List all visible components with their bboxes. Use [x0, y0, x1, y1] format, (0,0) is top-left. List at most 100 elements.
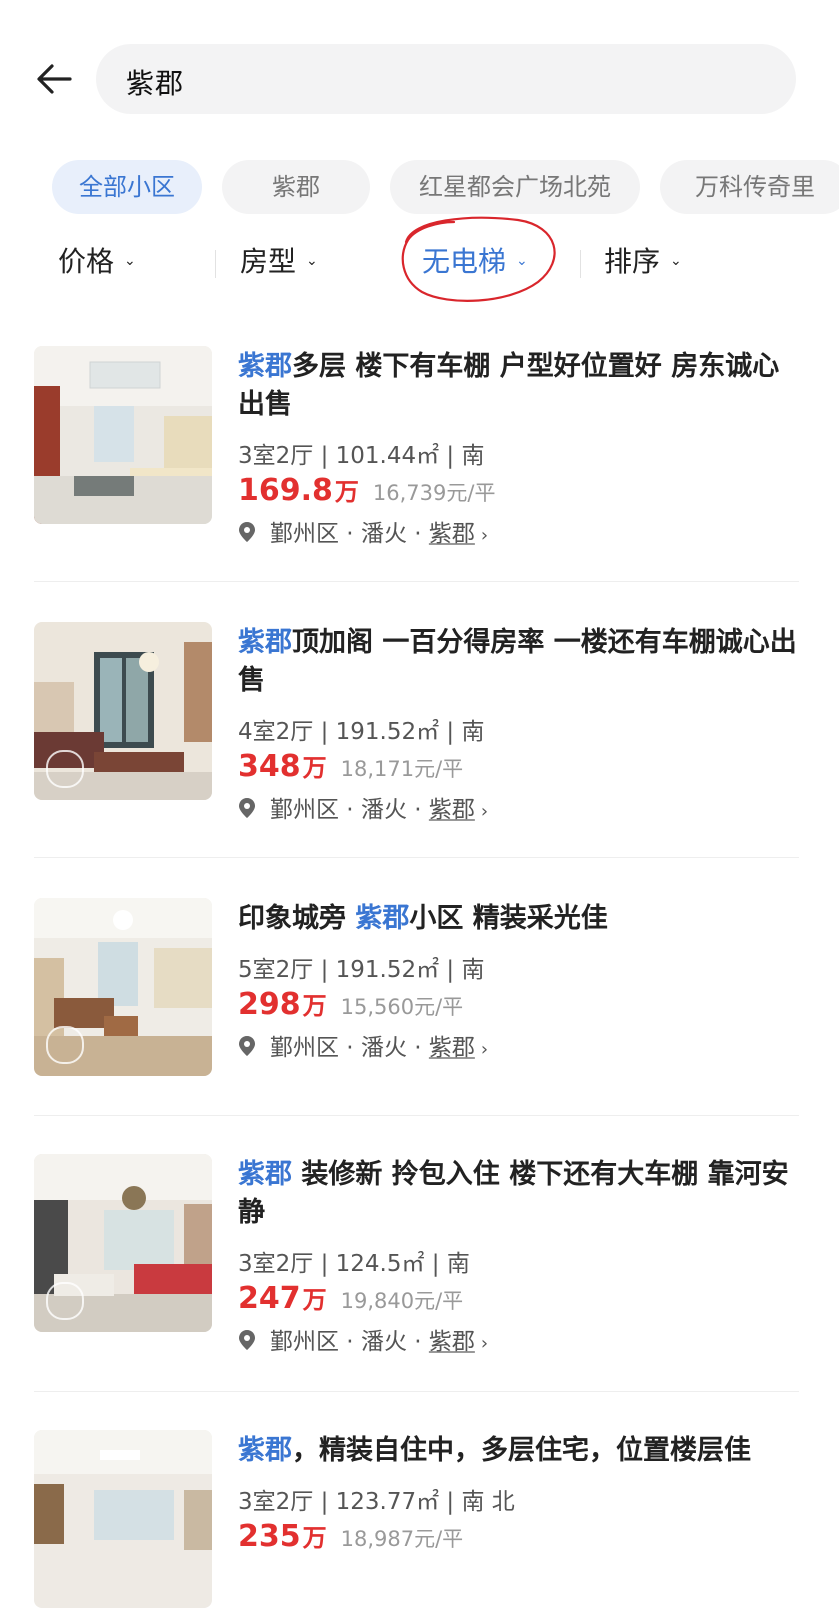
panorama-badge-icon [46, 1026, 84, 1064]
district: 鄞州区 [270, 797, 339, 823]
unit-price: 18,987元/平 [340, 1527, 464, 1551]
search-query: 紫郡 [126, 67, 185, 100]
chevron-down-icon: ⌄ [670, 253, 682, 269]
district: 鄞州区 [270, 521, 339, 547]
location-pin-icon [238, 521, 258, 549]
area: 潘火 [360, 521, 407, 547]
listing-price: 298万 15,560元/平 [238, 986, 463, 1022]
listing-card[interactable]: 印象城旁 紫郡小区 精装采光佳 5室2厅 | 191.52㎡ | 南 298万 1… [0, 862, 839, 1118]
chevron-right-icon: › [480, 525, 489, 546]
divider [34, 581, 799, 582]
listing-title: 印象城旁 紫郡小区 精装采光佳 [238, 900, 798, 938]
price-value: 298 [238, 987, 301, 1022]
listing-specs: 5室2厅 | 191.52㎡ | 南 [238, 957, 485, 983]
chip-zijun[interactable]: 紫郡 [222, 160, 370, 214]
divider [34, 1115, 799, 1116]
filter-layout-label: 房型 [240, 245, 297, 278]
divider [580, 250, 581, 278]
listing-specs: 4室2厅 | 191.52㎡ | 南 [238, 719, 485, 745]
chip-all-communities[interactable]: 全部小区 [52, 160, 202, 214]
filter-price[interactable]: 价格 ⌄ [58, 228, 136, 298]
location-pin-icon [238, 797, 258, 825]
price-value: 247 [238, 1281, 301, 1316]
panorama-badge-icon [46, 1282, 84, 1320]
unit-price: 16,739元/平 [372, 481, 496, 505]
title-highlight: 紫郡 [238, 1159, 292, 1190]
listing-title: 紫郡多层 楼下有车棚 户型好位置好 房东诚心出售 [238, 348, 798, 424]
listing-card[interactable]: 紫郡 装修新 拎包入住 楼下还有大车棚 靠河安静 3室2厅 | 124.5㎡ |… [0, 1118, 839, 1394]
filter-sort-label: 排序 [604, 245, 661, 278]
location-pin-icon [238, 1329, 258, 1357]
district: 鄞州区 [270, 1035, 339, 1061]
listing-location[interactable]: 鄞州区 · 潘火 · 紫郡 › [238, 1322, 488, 1357]
location-pin-icon [238, 1035, 258, 1063]
listing-price: 348万 18,171元/平 [238, 748, 463, 784]
listing-title: 紫郡 装修新 拎包入住 楼下还有大车棚 靠河安静 [238, 1156, 798, 1232]
listing-title: 紫郡顶加阁 一百分得房率 一楼还有车棚诚心出售 [238, 624, 798, 700]
price-unit: 万 [302, 754, 327, 782]
community-link: 紫郡 [428, 1329, 475, 1355]
title-text: 装修新 拎包入住 楼下还有大车棚 靠河安静 [238, 1159, 789, 1228]
listing-specs: 3室2厅 | 124.5㎡ | 南 [238, 1251, 470, 1277]
panorama-badge-icon [46, 750, 84, 788]
chip-vanke[interactable]: 万科传奇里 [660, 160, 839, 214]
listing-price: 247万 19,840元/平 [238, 1280, 463, 1316]
filter-price-label: 价格 [58, 245, 115, 278]
price-unit: 万 [302, 1524, 327, 1552]
chevron-down-icon: ⌄ [124, 253, 136, 269]
top-bar: 紫郡 [0, 0, 839, 150]
unit-price: 18,171元/平 [340, 757, 464, 781]
community-chip-row: 全部小区 紫郡 红星都会广场北苑 万科传奇里 [0, 160, 839, 216]
area: 潘火 [360, 1329, 407, 1355]
price-unit: 万 [302, 1286, 327, 1314]
listing-title: 紫郡，精装自住中，多层住宅，位置楼层佳 [238, 1432, 798, 1470]
chip-hongxing[interactable]: 红星都会广场北苑 [390, 160, 640, 214]
title-text: 小区 精装采光佳 [409, 903, 608, 934]
listing-photo [34, 1154, 212, 1332]
listing-specs: 3室2厅 | 123.77㎡ | 南 北 [238, 1489, 515, 1515]
title-prefix: 印象城旁 [238, 903, 356, 934]
filter-sort[interactable]: 排序 ⌄ [604, 228, 682, 298]
listing-location[interactable]: 鄞州区 · 潘火 · 紫郡 › [238, 790, 488, 825]
listing-photo [34, 1430, 212, 1608]
chevron-down-icon: ⌄ [306, 253, 318, 269]
price-unit: 万 [302, 992, 327, 1020]
title-text: 多层 楼下有车棚 户型好位置好 房东诚心出售 [238, 351, 780, 420]
price-unit: 万 [334, 478, 359, 506]
listing-card[interactable]: 紫郡顶加阁 一百分得房率 一楼还有车棚诚心出售 4室2厅 | 191.52㎡ |… [0, 586, 839, 858]
chevron-right-icon: › [480, 1333, 489, 1354]
back-arrow-icon[interactable] [34, 58, 76, 100]
price-value: 169.8 [238, 473, 333, 508]
title-highlight: 紫郡 [238, 627, 292, 658]
community-link: 紫郡 [428, 797, 475, 823]
area: 潘火 [360, 797, 407, 823]
title-highlight: 紫郡 [355, 903, 410, 934]
listing-price: 169.8万 16,739元/平 [238, 472, 495, 508]
listing-card[interactable]: 紫郡多层 楼下有车棚 户型好位置好 房东诚心出售 3室2厅 | 101.44㎡ … [0, 310, 839, 582]
search-input[interactable]: 紫郡 [96, 44, 796, 114]
listing-price: 235万 18,987元/平 [238, 1518, 463, 1554]
listing-photo [34, 898, 212, 1076]
area: 潘火 [360, 1035, 407, 1061]
red-circle-annotation [401, 216, 556, 302]
divider [34, 857, 799, 858]
unit-price: 19,840元/平 [340, 1289, 464, 1313]
chevron-right-icon: › [480, 801, 489, 822]
chevron-right-icon: › [480, 1039, 489, 1060]
listing-card[interactable]: 紫郡，精装自住中，多层住宅，位置楼层佳 3室2厅 | 123.77㎡ | 南 北… [0, 1394, 839, 1608]
divider [34, 1391, 799, 1392]
title-text: ，精装自住中，多层住宅，位置楼层佳 [292, 1435, 751, 1466]
listing-specs: 3室2厅 | 101.44㎡ | 南 [238, 443, 485, 469]
listing-location[interactable]: 鄞州区 · 潘火 · 紫郡 › [238, 1028, 488, 1063]
district: 鄞州区 [270, 1329, 339, 1355]
unit-price: 15,560元/平 [340, 995, 464, 1019]
title-highlight: 紫郡 [238, 351, 292, 382]
community-link: 紫郡 [428, 521, 475, 547]
price-value: 348 [238, 749, 301, 784]
price-value: 235 [238, 1519, 301, 1554]
filter-layout[interactable]: 房型 ⌄ [240, 228, 318, 298]
title-text: 顶加阁 一百分得房率 一楼还有车棚诚心出售 [238, 627, 797, 696]
listing-location[interactable]: 鄞州区 · 潘火 · 紫郡 › [238, 514, 488, 549]
community-link: 紫郡 [428, 1035, 475, 1061]
listing-photo [34, 346, 212, 524]
